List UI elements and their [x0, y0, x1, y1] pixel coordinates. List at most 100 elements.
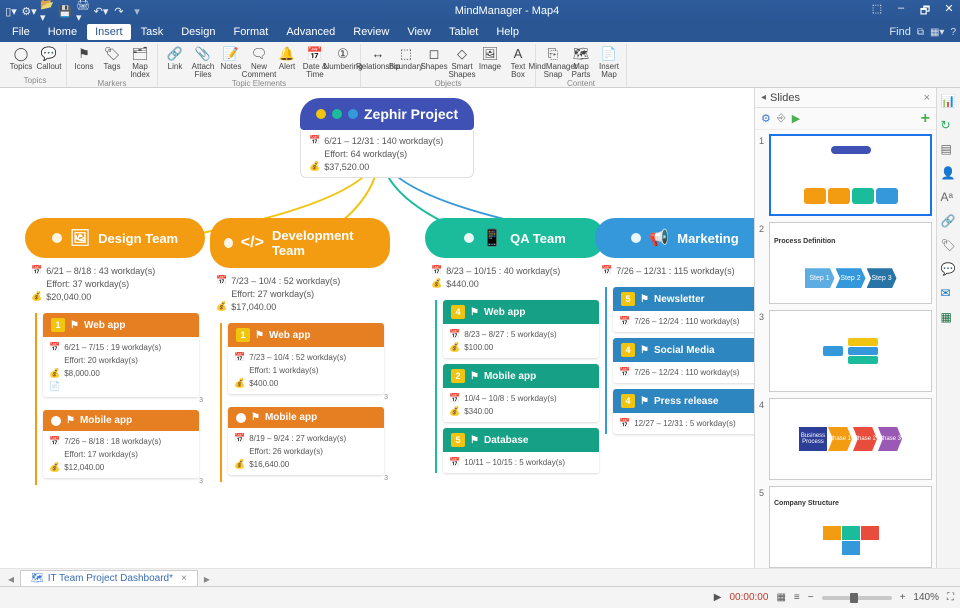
ribbon-mindmanager-snap-button[interactable]: ⎘MindManager Snap [540, 44, 566, 79]
right-sidebar: 📊 ↻ ▤ 👤 Aᵃ 🔗 🏷 💬 ✉ ▦ [936, 88, 960, 568]
menu-tablet[interactable]: Tablet [441, 24, 486, 40]
ribbon-new-comment-button[interactable]: 🗨New Comment [246, 44, 272, 79]
save-icon[interactable]: 💾 [58, 4, 72, 18]
sidebar-comment-icon[interactable]: 💬 [941, 262, 957, 278]
ribbon-map-index-button[interactable]: 🗂Map Index [127, 44, 153, 79]
ribbon-topics-button[interactable]: ◯Topics [8, 44, 34, 71]
ribbon-tags-button[interactable]: 🏷Tags [99, 44, 125, 79]
slides-play-icon[interactable]: ▶ [792, 112, 800, 125]
slide-thumb-1[interactable] [769, 134, 932, 216]
sidebar-layout-icon[interactable]: ▤ [941, 142, 957, 158]
team-node-design-team[interactable]: 🖼Design Team 📅6/21 – 8/18 : 43 workday(s… [25, 218, 205, 485]
team-node-marketing[interactable]: 📢Marketing 📅7/26 – 12/31 : 115 workday(s… [595, 218, 754, 434]
ribbon-image-button[interactable]: 🖼Image [477, 44, 503, 79]
menu-format[interactable]: Format [225, 24, 276, 40]
window-controls: ⬚ – 🗗 ✕ [870, 2, 956, 21]
ribbon-notes-button[interactable]: 📝Notes [218, 44, 244, 79]
menu-task[interactable]: Task [133, 24, 172, 40]
menu-home[interactable]: Home [40, 24, 85, 40]
slides-close-icon[interactable]: × [918, 92, 930, 104]
ribbon-insert-map-button[interactable]: 📄Insert Map [596, 44, 622, 79]
ribbon-attach-files-button[interactable]: 📎Attach Files [190, 44, 216, 79]
view-icon-1[interactable]: ▦ [776, 592, 785, 603]
zoom-in-button[interactable]: + [900, 592, 906, 603]
redo-icon[interactable]: ↷ [112, 4, 126, 18]
sidebar-format-icon[interactable]: Aᵃ [941, 190, 957, 206]
sidebar-link-icon[interactable]: 🔗 [941, 214, 957, 230]
mindmap-canvas[interactable]: Zephir Project 📅6/21 – 12/31 : 140 workd… [0, 88, 754, 568]
slides-add-button[interactable]: + [921, 110, 930, 128]
document-tab[interactable]: 🗺 IT Team Project Dashboard* × [20, 570, 198, 586]
sidebar-gantt-icon[interactable]: 📊 [941, 94, 957, 110]
ribbon-map-parts-button[interactable]: 🗺Map Parts [568, 44, 594, 79]
sidebar-tag-icon[interactable]: 🏷 [941, 238, 957, 254]
slide-thumb-2[interactable]: Process DefinitionStep 1Step 2Step 3 [769, 222, 932, 304]
slide-thumb-4[interactable]: Business ProcessPhase 1Phase 2Phase 3 [769, 398, 932, 480]
undo-icon[interactable]: ↶▾ [94, 4, 108, 18]
task-mobile-app[interactable]: 2⚑Mobile app📅10/4 – 10/8 : 5 workday(s)💰… [443, 364, 599, 422]
tab-scroll-left-icon[interactable]: ◂ [4, 572, 18, 586]
print-icon[interactable]: 🖨▾ [76, 4, 90, 18]
task-mobile-app[interactable]: ⚑Mobile app📅7/26 – 8/18 : 18 workday(s)📅… [43, 410, 199, 478]
chevron-left-icon[interactable]: ◂ [761, 92, 766, 103]
menu-icon-1[interactable]: ⧉ [917, 27, 924, 38]
slide-thumb-3[interactable] [769, 310, 932, 392]
task-mobile-app[interactable]: ⚑Mobile app📅8/19 – 9/24 : 27 workday(s)📅… [228, 407, 384, 475]
ribbon-numbering-button[interactable]: ①Numbering [330, 44, 356, 79]
ribbon-smart-shapes-button[interactable]: ◇Smart Shapes [449, 44, 475, 79]
status-play-icon[interactable]: ▶ [714, 592, 722, 603]
minimize-button[interactable]: – [894, 2, 908, 21]
menu-design[interactable]: Design [173, 24, 223, 40]
new-icon[interactable]: ▯▾ [4, 4, 18, 18]
menu-advanced[interactable]: Advanced [278, 24, 343, 40]
team-node-qa-team[interactable]: 📱QA Team 📅8/23 – 10/15 : 40 workday(s)💰$… [425, 218, 605, 473]
task-web-app[interactable]: 4⚑Web app📅8/23 – 8/27 : 5 workday(s)💰$10… [443, 300, 599, 358]
root-node[interactable]: Zephir Project 📅6/21 – 12/31 : 140 workd… [300, 98, 474, 178]
find-label[interactable]: Find [889, 26, 910, 38]
task-press-release[interactable]: 4⚑Press release📅12/27 – 12/31 : 5 workda… [613, 389, 754, 434]
sidebar-refresh-icon[interactable]: ↻ [941, 118, 957, 134]
fit-icon[interactable]: ⛶ [947, 592, 954, 603]
ribbon-group-markers: ⚑Icons🏷Tags🗂Map IndexMarkers [67, 44, 158, 87]
zoom-out-button[interactable]: − [808, 592, 814, 603]
slide-thumb-5[interactable]: Company Structure [769, 486, 932, 568]
task-database[interactable]: 5⚑Database📅10/11 – 10/15 : 5 workday(s) [443, 428, 599, 473]
menu-help[interactable]: Help [488, 24, 527, 40]
sidebar-person-icon[interactable]: 👤 [941, 166, 957, 182]
slides-list[interactable]: 12Process DefinitionStep 1Step 2Step 334… [755, 130, 936, 568]
team-node-development-team[interactable]: </>Development Team 📅7/23 – 10/4 : 52 wo… [210, 218, 390, 482]
qat-more-icon[interactable]: ▾ [130, 4, 144, 18]
task-web-app[interactable]: 1⚑Web app📅6/21 – 7/15 : 19 workday(s)📅Ef… [43, 313, 199, 397]
help-icon[interactable]: ? [950, 27, 956, 38]
slides-gear-icon[interactable]: ⚙ [761, 112, 771, 125]
ribbon-toggle-icon[interactable]: ⬚ [870, 2, 884, 21]
ribbon-icons-button[interactable]: ⚑Icons [71, 44, 97, 79]
ribbon-link-button[interactable]: 🔗Link [162, 44, 188, 79]
tab-scroll-right-icon[interactable]: ▸ [200, 572, 214, 586]
task-social-media[interactable]: 4⚑Social Media📅7/26 – 12/24 : 110 workda… [613, 338, 754, 383]
menu-insert[interactable]: Insert [87, 24, 131, 40]
menu-file[interactable]: File [4, 24, 38, 40]
titlebar: ▯▾ ⚙▾ 📂▾ 💾 🖨▾ ↶▾ ↷ ▾ MindManager - Map4 … [0, 0, 960, 22]
sidebar-outlook-icon[interactable]: ✉ [941, 286, 957, 302]
ribbon-alert-button[interactable]: 🔔Alert [274, 44, 300, 79]
menu-review[interactable]: Review [345, 24, 397, 40]
menu-view[interactable]: View [399, 24, 439, 40]
view-icon-2[interactable]: ≡ [794, 592, 800, 603]
open-icon[interactable]: 📂▾ [40, 4, 54, 18]
ribbon-boundary-button[interactable]: ⬚Boundary [393, 44, 419, 79]
ribbon-relationship-button[interactable]: ↔Relationship [365, 44, 391, 79]
close-button[interactable]: ✕ [942, 2, 956, 21]
ribbon-shapes-button[interactable]: ◻Shapes [421, 44, 447, 79]
document-tab-label: IT Team Project Dashboard* [48, 573, 173, 584]
sidebar-excel-icon[interactable]: ▦ [941, 310, 957, 326]
slides-link-icon[interactable]: ⎆ [777, 112, 786, 125]
task-web-app[interactable]: 1⚑Web app📅7/23 – 10/4 : 52 workday(s)📅Ef… [228, 323, 384, 394]
settings-icon[interactable]: ⚙▾ [22, 4, 36, 18]
ribbon-callout-button[interactable]: 💬Callout [36, 44, 62, 71]
menu-icon-2[interactable]: ▦▾ [930, 27, 944, 38]
ribbon-text-box-button[interactable]: AText Box [505, 44, 531, 79]
task-newsletter[interactable]: 5⚑Newsletter📅7/26 – 12/24 : 110 workday(… [613, 287, 754, 332]
document-tab-close-icon[interactable]: × [181, 573, 187, 584]
maximize-button[interactable]: 🗗 [918, 2, 932, 21]
